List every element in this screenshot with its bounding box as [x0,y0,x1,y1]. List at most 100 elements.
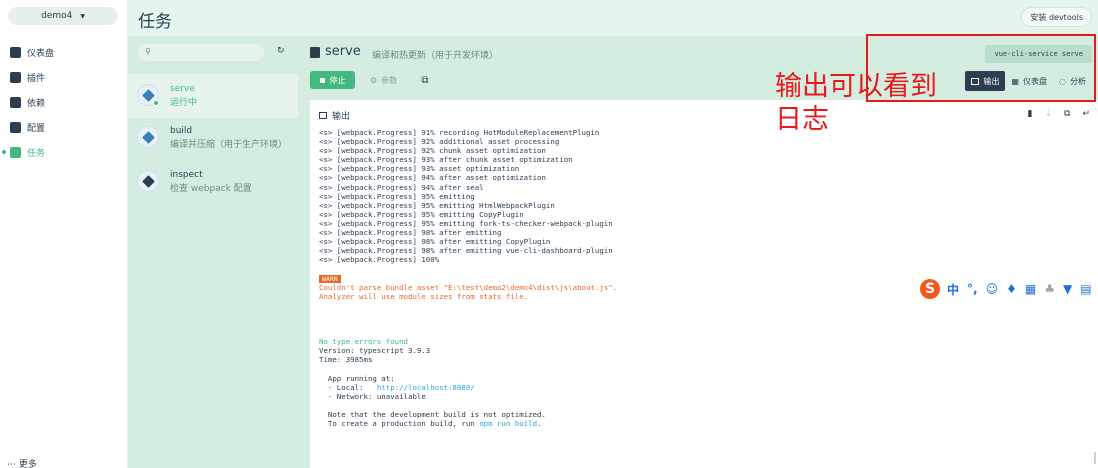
nav-item-tasks[interactable]: 任务 [0,141,128,163]
user-icon[interactable]: ♣ [1044,282,1055,296]
inspect-icon [137,170,159,192]
puzzle-icon [10,71,21,83]
top-header: 任务 安装 devtools [128,0,1098,36]
log-line: <s> [webpack.Progress] 98% after emittin… [319,246,613,256]
build-suffix: . [537,419,542,428]
warn-line: Couldn't parse bundle asset "E:\test\dem… [319,282,618,292]
local-label: - Local: [319,382,377,392]
warn-line: Analyzer will use module sizes from stat… [319,291,529,301]
log-line: Note that the development build is not o… [319,409,546,419]
emoji-icon[interactable]: ☺ [986,282,999,296]
project-selector[interactable]: demo4 ▼ [8,7,118,25]
page-title: 任务 [138,12,172,32]
task-title: serve [325,44,361,59]
log-line: <s> [webpack.Progress] 94% after asset o… [319,173,546,183]
search-input[interactable]: ⚲ [138,44,264,61]
task-item-serve[interactable]: serve 运行中 [128,74,298,118]
active-indicator [2,150,6,154]
log-line: <s> [webpack.Progress] 93% asset optimiz… [319,164,520,174]
log-line: <s> [webpack.Progress] 91% recording Hot… [319,128,600,137]
log-line: - Network: unavailable [319,391,426,401]
log-line: <s> [webpack.Progress] 94% after seal [319,182,484,192]
annotation-text: 输出可以看到日志 [775,71,937,135]
local-url-link[interactable]: http://localhost:8080/ [377,383,475,392]
open-external-icon[interactable]: ⧉ [416,71,434,89]
nav-item-label: 仪表盘 [27,48,55,59]
output-toolbar: ▮ ⇣ ⧉ ↵ [1016,109,1090,119]
terminal-icon [319,112,327,119]
toolbox-icon[interactable]: ▤ [1080,282,1091,296]
log-line: <s> [webpack.Progress] 100% [319,255,440,265]
output-log: <s> [webpack.Progress] 91% recording Hot… [319,128,617,428]
search-icon: ⚲ [145,47,151,56]
more-button[interactable]: ⋯ 更多 [7,457,37,468]
nav-item-label: 配置 [27,123,46,134]
task-item-inspect[interactable]: inspect 检查 webpack 配置 [128,160,298,204]
keyboard-icon[interactable]: ▦ [1025,282,1036,296]
microphone-icon[interactable]: ♦ [1006,282,1017,296]
sogou-logo-icon[interactable]: S [920,279,940,299]
log-line: <s> [webpack.Progress] 95% emitting Html… [319,200,555,210]
task-description: 编译并压缩（用于生产环境） [170,140,288,150]
log-line: <s> [webpack.Progress] 93% after chunk a… [319,155,573,165]
nav-item-config[interactable]: 配置 [0,116,128,138]
task-item-build[interactable]: build 编译并压缩（用于生产环境） [128,116,298,160]
copy-icon[interactable]: ⧉ [1064,109,1070,119]
stop-label: 停止 [329,75,346,85]
parameters-label: 参数 [381,75,398,85]
more-icon: ⋯ [7,460,19,468]
refresh-button[interactable]: ↻ [277,46,285,56]
nav-item-plugins[interactable]: 插件 [0,66,128,88]
project-name: demo4 [41,11,73,21]
task-description: 检查 webpack 配置 [170,184,252,194]
scrollbar[interactable] [1094,452,1096,464]
log-line: <s> [webpack.Progress] 95% emitting [319,191,475,201]
stop-button[interactable]: 停止 [310,71,355,89]
nav-item-label: 依赖 [27,98,46,109]
settings-icon [10,121,21,133]
task-list-panel: ⚲ ↻ serve 运行中 build 编译并压缩（用于生产环境） inspec… [128,36,298,468]
nav-item-label: 任务 [27,148,46,159]
skin-icon[interactable]: ▼ [1063,282,1072,296]
ime-toolbar: S 中 °, ☺ ♦ ▦ ♣ ▼ ▤ [920,278,1096,300]
more-label: 更多 [18,460,37,468]
chevron-down-icon: ▼ [80,12,85,20]
task-name: build [170,126,193,136]
left-nav: demo4 ▼ 仪表盘 插件 依赖 配置 任务 ⋯ 更多 [0,0,128,468]
log-line: Time: 3985ms [319,355,373,365]
output-title: 输出 [332,112,351,122]
log-line: <s> [webpack.Progress] 98% after emittin… [319,237,551,247]
log-line: <s> [webpack.Progress] 98% after emittin… [319,228,502,238]
wrap-icon[interactable]: ↵ [1082,109,1090,119]
task-icon [137,126,159,148]
task-icon [137,84,159,106]
type-check-line: No type errors found [319,337,408,347]
log-line: <s> [webpack.Progress] 95% emitting fork… [319,218,613,228]
log-line: Version: typescript 3.9.3 [319,346,431,356]
task-name: serve [170,84,195,94]
ime-chinese-mode[interactable]: 中 [947,281,959,298]
nav-item-label: 插件 [27,73,46,84]
task-name: inspect [170,170,203,180]
nav-item-dependencies[interactable]: 依赖 [0,91,128,113]
log-line: <s> [webpack.Progress] 95% emitting Copy… [319,209,524,219]
dashboard-icon [10,46,21,58]
tasks-icon [10,146,21,158]
build-command: npm run build [479,419,538,428]
task-description: 运行中 [170,98,198,108]
install-devtools-button[interactable]: 安装 devtools [1021,7,1092,27]
clear-icon[interactable]: ▮ [1028,109,1033,119]
output-header: 输出 [319,109,350,122]
clipboard-icon [310,47,320,58]
build-prefix: To create a production build, run [319,419,480,428]
gear-icon: ⚙ [370,75,378,85]
book-icon [10,96,21,108]
stop-icon [319,77,325,83]
log-line: App running at: [319,373,395,383]
running-indicator [153,100,159,106]
task-subtitle: 编译和热更新（用于开发环境） [372,51,499,61]
parameters-button[interactable]: ⚙ 参数 [364,71,403,89]
punctuation-icon[interactable]: °, [967,282,978,296]
scroll-icon[interactable]: ⇣ [1044,109,1052,119]
nav-item-dashboard[interactable]: 仪表盘 [0,41,128,63]
